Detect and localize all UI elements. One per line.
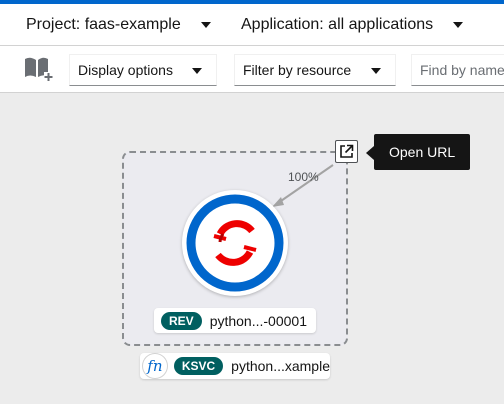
project-dropdown[interactable]: Project: faas-example [26,4,211,46]
tooltip-text: Open URL [389,144,456,160]
filter-by-resource-dropdown[interactable]: Filter by resource [234,54,396,86]
project-dropdown-label: Project: faas-example [26,16,181,33]
project-bar: Project: faas-example Application: all a… [0,4,504,46]
find-by-name-input[interactable] [411,54,504,86]
open-url-tooltip: Open URL [374,134,471,170]
topology-toolbar: Display options Filter by resource [0,46,504,93]
revision-label[interactable]: REV python...-00001 [154,308,316,333]
caret-down-icon [453,22,464,28]
service-name: python...xample [231,358,330,374]
book-add-icon[interactable] [23,56,53,82]
tooltip-arrow [366,146,374,160]
filter-by-resource-label: Filter by resource [243,62,352,78]
display-options-label: Display options [78,62,173,78]
revision-node[interactable] [182,190,288,296]
display-options-dropdown[interactable]: Display options [69,54,217,86]
caret-down-icon [200,22,211,28]
traffic-percent: 100% [288,170,319,184]
external-link-icon [340,144,354,158]
application-dropdown[interactable]: Application: all applications [241,4,464,46]
service-label[interactable]: fn KSVC python...xample [140,353,330,379]
openshift-logo-icon [186,194,284,292]
ksvc-badge: KSVC [173,357,224,375]
caret-down-icon [371,68,381,74]
revision-name: python...-00001 [209,312,307,329]
rev-badge: REV [161,311,202,330]
caret-down-icon [192,68,202,74]
open-url-button[interactable] [335,140,358,163]
function-icon: fn [142,353,168,379]
application-dropdown-label: Application: all applications [241,16,434,33]
